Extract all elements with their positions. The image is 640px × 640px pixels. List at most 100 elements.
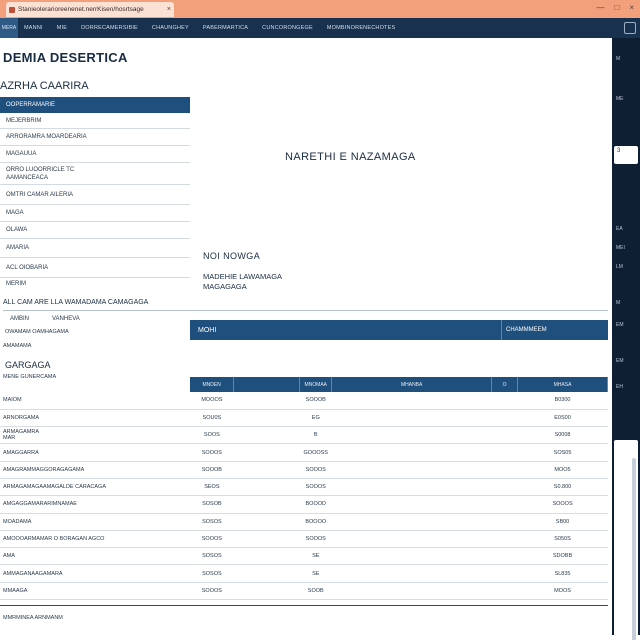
row-value-cell: SOSOS xyxy=(189,513,234,531)
list-header[interactable]: OOPERRAMARIE xyxy=(0,97,190,113)
menu-icon[interactable] xyxy=(624,22,636,34)
list-item[interactable]: ARRORAMRA MOARDEARIA xyxy=(0,129,190,146)
table-row[interactable]: MMAAGA SOOOS SOOB MOOS xyxy=(0,582,608,601)
row-value-cell: B0300 xyxy=(517,392,608,410)
row-value-cell: SOSOB xyxy=(189,495,234,514)
column-header[interactable]: MHANBA xyxy=(331,377,493,392)
row-name-cell: AMAGRAMMAGGORAGAGAMA xyxy=(0,461,190,479)
row-value-cell: SOOS xyxy=(189,426,234,445)
close-window-button[interactable]: × xyxy=(629,3,634,12)
row-value-cell: SOOOS xyxy=(517,495,608,514)
row-value-cell: BOOOD xyxy=(299,495,332,514)
empty-cell xyxy=(331,582,492,601)
summary-field: AMBIN xyxy=(10,316,30,322)
list-item[interactable]: MAGA xyxy=(0,205,190,222)
row-value-cell: SOOOS xyxy=(189,530,234,549)
row-name-cell: MAIOM xyxy=(0,392,190,410)
empty-cell xyxy=(233,443,300,462)
row-name-cell: MOADAMA xyxy=(0,513,190,531)
empty-cell xyxy=(233,547,300,566)
empty-cell xyxy=(233,513,300,531)
table-row[interactable]: MAIOM MOOOS SOOOB B0300 xyxy=(0,392,608,410)
summary-row: ALL CAM ARE LLA WAMADAMA CAMAGAGA xyxy=(3,299,608,311)
list-item[interactable]: OLAWA xyxy=(0,222,190,239)
list-item[interactable]: AMARIA xyxy=(0,239,190,258)
empty-cell xyxy=(331,426,492,445)
column-header[interactable] xyxy=(233,377,301,392)
column-header[interactable]: MNOMAA xyxy=(299,377,333,392)
nav-item[interactable]: MANNI xyxy=(24,25,43,31)
table-row[interactable]: AMGAGGAMARARIMNAMAE SOSOB BOOOD SOOOS xyxy=(0,495,608,514)
side-panel-scrollbar[interactable] xyxy=(632,458,636,640)
detail-line: MADEHIE LAWAMAGA MAGAGAGA xyxy=(203,272,283,291)
side-panel-label: EM xyxy=(616,358,624,364)
minimize-button[interactable]: — xyxy=(596,3,604,12)
table-row[interactable]: MOADAMA SOSOS BOOOO SB00 xyxy=(0,513,608,531)
empty-cell xyxy=(331,564,492,583)
nav-menu: MANNI MIE DORRECAMERSIBIE CHAUNGHEY PABE… xyxy=(24,18,395,38)
row-value-cell: B xyxy=(299,426,332,445)
table-row[interactable]: AMMAGANAAGAMARA SOSOS SE SL835 xyxy=(0,564,608,583)
list-item[interactable]: ORRO LUOORRICLE TC AAMANCEACA xyxy=(0,163,190,185)
column-header[interactable]: O xyxy=(491,377,519,392)
section-bar-label[interactable]: MOHI xyxy=(190,320,502,340)
table-title: GARGAGA xyxy=(5,360,51,370)
list-item[interactable]: MAGAUUA xyxy=(0,146,190,163)
side-panel-box[interactable]: 3 xyxy=(614,146,638,164)
empty-cell xyxy=(491,547,518,566)
row-value-cell: SB00 xyxy=(517,513,608,531)
row-name-cell: ARMAGAMAGAAMAGALDE CARACAGA xyxy=(0,478,190,497)
maximize-button[interactable]: □ xyxy=(614,3,619,12)
empty-cell xyxy=(331,547,492,566)
nav-item[interactable]: DORRECAMERSIBIE xyxy=(81,25,138,31)
row-value-cell: SOOOS xyxy=(299,478,332,497)
row-value-cell: SL835 xyxy=(517,564,608,583)
empty-cell xyxy=(491,443,518,462)
nav-item[interactable]: MOMBINORENECHOTES xyxy=(327,25,396,31)
table-row[interactable]: AMA SOSOS SE SDOBB xyxy=(0,547,608,566)
row-name-cell: AMMAGANAAGAMARA xyxy=(0,564,190,583)
table-row[interactable]: AMAGGARRA SOOOS GOOOSS SOS05 xyxy=(0,443,608,462)
nav-home-button[interactable]: MERA xyxy=(0,18,18,38)
list-item[interactable]: MERIM xyxy=(0,278,190,290)
row-value-cell: SOOOB xyxy=(189,461,234,479)
nav-item[interactable]: CHAUNGHEY xyxy=(152,25,189,31)
summary-field: OWAMAM OAMHAGAMA xyxy=(5,329,69,335)
footer-text: MMRMINEA ARNMANM xyxy=(3,615,63,621)
row-value-cell: GOOOSS xyxy=(299,443,332,462)
row-name-cell: AMGAGGAMARARIMNAMAE xyxy=(0,495,190,514)
row-value-cell: S050S xyxy=(517,530,608,549)
list-item[interactable]: MEJERBRIM xyxy=(0,113,190,129)
list-item[interactable]: OMTRI CAMAR AILERIA xyxy=(0,185,190,205)
table-row[interactable]: AMAGRAMMAGGORAGAGAMA SOOOB SOOOS MOO5 xyxy=(0,461,608,479)
empty-cell xyxy=(491,564,518,583)
section-bar: MOHI CHAMMMEEM xyxy=(190,320,608,340)
empty-cell xyxy=(331,495,492,514)
table-row[interactable]: ARNORGAMA SOU0S EG E0S00 xyxy=(0,409,608,428)
column-header[interactable]: MHASA xyxy=(517,377,608,392)
empty-cell xyxy=(233,478,300,497)
row-value-cell: MOO5 xyxy=(517,461,608,479)
browser-tab[interactable]: Stanieolerarioreenenet.nerrKisen/hosrtsa… xyxy=(6,2,174,17)
nav-item[interactable]: CUNCORONGEGE xyxy=(262,25,313,31)
table-row[interactable]: ARMAGAMRA MAR SOOS B S0008 xyxy=(0,426,608,445)
table-row[interactable]: ARMAGAMAGAAMAGALDE CARACAGA SEOS SOOOS S0.8… xyxy=(0,478,608,497)
table-row[interactable]: AMOOOARMAMAR O BORAGAN AGCO SOOOS SOOOS S05… xyxy=(0,530,608,549)
column-header[interactable]: MNDEN xyxy=(189,377,235,392)
empty-cell xyxy=(233,426,300,445)
top-navigation-bar: MERA MANNI MIE DORRECAMERSIBIE CHAUNGHEY… xyxy=(0,18,640,38)
window-controls: — □ × xyxy=(596,3,634,12)
data-table: MNDEN MNOMAA MHANBA O MHASA MAIOM MOOOS SO… xyxy=(0,377,608,601)
list-item[interactable]: ACL OIOBARIA xyxy=(0,258,190,278)
nav-item[interactable]: PABERMARTICA xyxy=(203,25,248,31)
side-panel-label: M xyxy=(616,56,621,62)
empty-cell xyxy=(233,582,300,601)
tab-close-icon[interactable]: × xyxy=(167,6,171,13)
nav-item[interactable]: MIE xyxy=(57,25,67,31)
section-bar-label[interactable]: CHAMMMEEM xyxy=(502,327,608,333)
empty-cell xyxy=(331,530,492,549)
row-value-cell: EG xyxy=(299,409,332,428)
row-name-cell: ARNORGAMA xyxy=(0,409,190,428)
empty-cell xyxy=(331,409,492,428)
row-value-cell: SOSOS xyxy=(189,547,234,566)
